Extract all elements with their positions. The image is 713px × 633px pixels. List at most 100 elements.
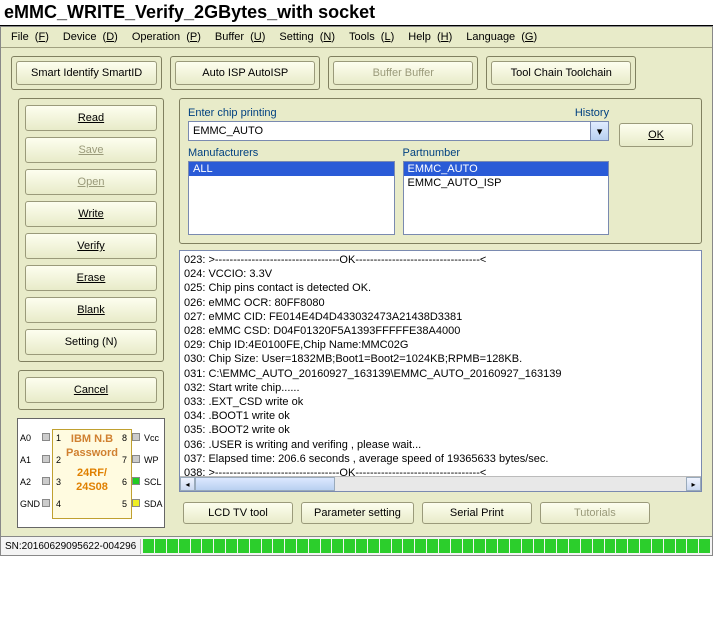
menu-file[interactable]: File (F) (5, 29, 55, 45)
progress-segment (202, 539, 213, 553)
log-line: 029: Chip ID:4E0100FE,Chip Name:MMC02G (184, 338, 697, 352)
progress-segment (439, 539, 450, 553)
lcd-tv-tool-button[interactable]: LCD TV tool (183, 502, 293, 524)
menu-tools[interactable]: Tools (L) (343, 29, 400, 45)
erase-button[interactable]: Erase (25, 265, 157, 291)
progress-segment (593, 539, 604, 553)
menu-operation[interactable]: Operation (P) (126, 29, 207, 45)
ok-button[interactable]: OK (619, 123, 693, 147)
log-line: 034: .BOOT1 write ok (184, 409, 697, 423)
progress-segment (486, 539, 497, 553)
log-line: 033: .EXT_CSD write ok (184, 395, 697, 409)
verify-button[interactable]: Verify (25, 233, 157, 259)
setting-button[interactable]: Setting (N) (25, 329, 157, 355)
menu-help[interactable]: Help (H) (402, 29, 458, 45)
log-line: 035: .BOOT2 write ok (184, 423, 697, 437)
chevron-down-icon: ▾ (597, 125, 603, 138)
progress-segment (143, 539, 154, 553)
progress-segment (321, 539, 332, 553)
progress-segment (332, 539, 343, 553)
progress-segment (344, 539, 355, 553)
log-line: 036: .USER is writing and verifing , ple… (184, 438, 697, 452)
progress-segment (451, 539, 462, 553)
progress-segment (687, 539, 698, 553)
progress-segment (522, 539, 533, 553)
progress-segment (569, 539, 580, 553)
list-item[interactable]: ALL (189, 162, 394, 176)
menu-buffer[interactable]: Buffer (U) (209, 29, 272, 45)
menu-device[interactable]: Device (D) (57, 29, 124, 45)
progress-segment (167, 539, 178, 553)
progress-segment (557, 539, 568, 553)
menu-bar: File (F)Device (D)Operation (P)Buffer (U… (1, 27, 712, 48)
cancel-button[interactable]: Cancel (25, 377, 157, 403)
progress-segment (309, 539, 320, 553)
progress-segment (664, 539, 675, 553)
log-line: 028: eMMC CSD: D04F01320F5A1393FFFFFE38A… (184, 324, 697, 338)
list-item[interactable]: EMMC_AUTO (404, 162, 609, 176)
bottom-button-row: LCD TV tool Parameter setting Serial Pri… (179, 498, 702, 528)
open-button: Open (25, 169, 157, 195)
menu-language[interactable]: Language (G) (460, 29, 543, 45)
progress-segment (616, 539, 627, 553)
serial-number-label: SN:20160629095622-004296 (1, 539, 141, 554)
scroll-left-button[interactable]: ◂ (180, 477, 195, 491)
save-button: Save (25, 137, 157, 163)
progress-segment (285, 539, 296, 553)
history-label: History (575, 107, 609, 119)
progress-segment (226, 539, 237, 553)
buffer-button[interactable]: Buffer Buffer (333, 61, 473, 85)
progress-segment (155, 539, 166, 553)
progress-segment (427, 539, 438, 553)
menu-setting[interactable]: Setting (N) (273, 29, 341, 45)
partnumber-label: Partnumber (403, 147, 610, 159)
status-bar: SN:20160629095622-004296 (1, 536, 712, 555)
progress-segment (250, 539, 261, 553)
blank-button[interactable]: Blank (25, 297, 157, 323)
progress-segment (699, 539, 710, 553)
progress-segment (415, 539, 426, 553)
log-line: 026: eMMC OCR: 80FF8080 (184, 296, 697, 310)
serial-print-button[interactable]: Serial Print (422, 502, 532, 524)
top-button-row: Smart Identify SmartID Auto ISP AutoISP … (1, 48, 712, 94)
progress-segment (262, 539, 273, 553)
progress-segment (191, 539, 202, 553)
progress-segment (676, 539, 687, 553)
chip-dropdown-button[interactable]: ▾ (591, 121, 609, 141)
partnumber-list[interactable]: EMMC_AUTOEMMC_AUTO_ISP (403, 161, 610, 235)
chip-combo[interactable]: ▾ (188, 121, 609, 141)
tool-chain-button[interactable]: Tool Chain Toolchain (491, 61, 631, 85)
scroll-right-button[interactable]: ▸ (686, 477, 701, 491)
progress-bar (141, 537, 712, 555)
manufacturers-list[interactable]: ALL (188, 161, 395, 235)
scroll-thumb[interactable] (195, 477, 335, 491)
read-button[interactable]: Read (25, 105, 157, 131)
progress-segment (368, 539, 379, 553)
log-h-scrollbar[interactable]: ◂ ▸ (180, 476, 701, 491)
log-line: 030: Chip Size: User=1832MB;Boot1=Boot2=… (184, 352, 697, 366)
progress-segment (356, 539, 367, 553)
progress-segment (474, 539, 485, 553)
log-line: 031: C:\EMMC_AUTO_20160927_163139\EMMC_A… (184, 367, 697, 381)
write-button[interactable]: Write (25, 201, 157, 227)
progress-segment (640, 539, 651, 553)
progress-segment (179, 539, 190, 553)
enter-chip-label: Enter chip printing (188, 107, 565, 119)
chip-input[interactable] (188, 121, 591, 141)
cancel-group: Cancel (18, 370, 164, 410)
progress-segment (652, 539, 663, 553)
list-item[interactable]: EMMC_AUTO_ISP (404, 176, 609, 190)
log-output[interactable]: 023: >----------------------------------… (179, 250, 702, 492)
auto-isp-button[interactable]: Auto ISP AutoISP (175, 61, 315, 85)
log-line: 025: Chip pins contact is detected OK. (184, 281, 697, 295)
parameter-setting-button[interactable]: Parameter setting (301, 502, 414, 524)
smart-identify-button[interactable]: Smart Identify SmartID (16, 61, 157, 85)
progress-segment (463, 539, 474, 553)
progress-segment (534, 539, 545, 553)
chip-select-panel: Enter chip printing History ▾ Manufactur… (179, 98, 702, 244)
progress-segment (392, 539, 403, 553)
action-button-group: Read Save Open Write Verify Erase Blank … (18, 98, 164, 362)
progress-segment (214, 539, 225, 553)
progress-segment (628, 539, 639, 553)
log-line: 032: Start write chip...... (184, 381, 697, 395)
